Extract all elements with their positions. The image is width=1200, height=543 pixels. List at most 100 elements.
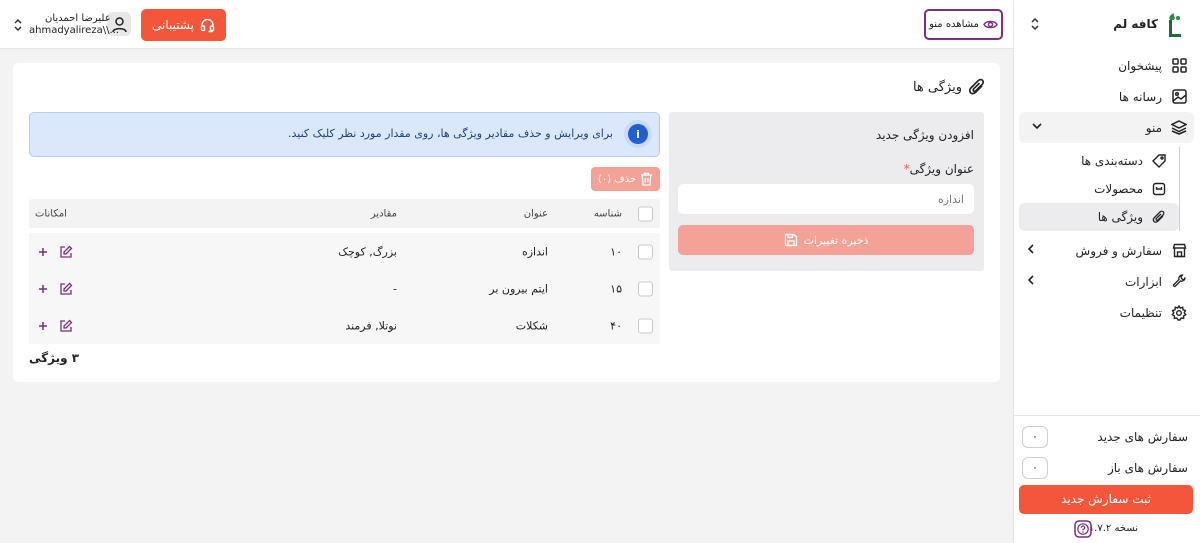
open-orders-label: سفارش های باز [1107, 461, 1188, 475]
menu-submenu: دسته‌بندی ها محصولات ویژگی ها [1013, 147, 1180, 231]
table-header: شناسه عنوان مقادیر امکانات [29, 199, 660, 228]
floppy-icon [784, 233, 798, 247]
eye-icon [983, 19, 998, 30]
sidebar-item-attributes[interactable]: ویژگی ها [1019, 203, 1179, 231]
sidebar-item-tools[interactable]: ابزارات [1013, 266, 1200, 297]
user-name: علیرضا احمدیان [45, 13, 111, 24]
chevron-updown-icon[interactable] [1030, 17, 1040, 31]
table-body: ۱۰ اندازه بزرگ, کوچک ۱۵ ایتم بیرون بر - [29, 233, 660, 344]
view-menu-button[interactable]: مشاهده منو [924, 9, 1003, 40]
plus-icon[interactable] [37, 246, 49, 258]
sidebar-footer: سفارش های جدید ۰ سفارش های باز ۰ ثبت سفا… [1013, 415, 1200, 543]
edit-icon[interactable] [59, 282, 73, 296]
sidebar-item-label: منو [1145, 120, 1162, 135]
layers-icon [1170, 119, 1188, 137]
sidebar-item-label: دسته‌بندی ها [1081, 154, 1143, 168]
save-label: ذخیره تغییرات [803, 233, 869, 247]
chevron-left-icon [1025, 274, 1037, 286]
attribute-title-label: عنوان ویژگی* [904, 162, 974, 176]
table-row: ۱۵ ایتم بیرون بر - [29, 270, 660, 307]
row-actions [37, 282, 73, 296]
sidebar-item-label: سفارش و فروش [1075, 243, 1162, 258]
help-icon[interactable] [1074, 520, 1092, 538]
edit-icon[interactable] [59, 245, 73, 259]
chevron-updown-icon[interactable] [13, 18, 23, 32]
header-values: مقادیر [370, 208, 397, 219]
save-button[interactable]: ذخیره تغییرات [678, 225, 974, 255]
wrench-icon [1170, 273, 1188, 291]
topbar: مشاهده منو پشتیبانی علیرضا احمدیان ahmad… [0, 0, 1013, 49]
delete-button[interactable]: حذف (۰) [591, 167, 660, 191]
attribute-title-input[interactable] [678, 184, 974, 214]
paperclip-icon [968, 78, 986, 96]
header-actions: امکانات [35, 208, 67, 219]
row-title: اندازه [521, 245, 548, 258]
sidebar-item-media[interactable]: رسانه ها [1013, 81, 1200, 112]
sidebar-item-label: پیشخوان [1118, 58, 1162, 73]
row-values[interactable]: بزرگ, کوچک [338, 245, 397, 258]
row-checkbox[interactable] [638, 244, 653, 259]
info-alert: i برای ویرایش و حذف مقادیر ویژگی ها، روی… [29, 112, 660, 157]
row-values[interactable]: نوتلا, فرمند [345, 319, 397, 332]
row-title: ایتم بیرون بر [489, 282, 548, 295]
paperclip-icon [1151, 209, 1167, 225]
info-text: برای ویرایش و حذف مقادیر ویژگی ها، روی م… [288, 127, 613, 140]
plus-icon[interactable] [37, 320, 49, 332]
row-actions [37, 319, 73, 333]
sidebar-item-label: ویژگی ها [1097, 210, 1143, 224]
view-menu-label: مشاهده منو [929, 19, 979, 30]
sidebar: کافه لم پیشخوان رسانه ها منو دسته‌بندی ه… [1013, 0, 1200, 543]
new-orders-count: ۰ [1022, 426, 1048, 448]
delete-label: حذف (۰) [597, 173, 637, 185]
version-row: نسخه ۱.۷.۲ [1013, 519, 1200, 539]
chevron-left-icon [1025, 243, 1037, 255]
header-title: عنوان [523, 208, 548, 219]
row-id: ۴۰ [610, 319, 622, 332]
headset-icon [200, 18, 215, 33]
open-orders-count: ۰ [1022, 457, 1048, 479]
sidebar-item-products[interactable]: محصولات [1019, 175, 1179, 203]
attributes-table: شناسه عنوان مقادیر امکانات ۱۰ اندازه بزر… [29, 199, 660, 344]
sidebar-item-label: تنظیمات [1119, 305, 1162, 320]
tag-icon [1151, 153, 1167, 169]
sidebar-item-orders[interactable]: سفارش و فروش [1013, 235, 1200, 266]
sidebar-item-label: محصولات [1094, 182, 1143, 196]
sidebar-item-settings[interactable]: تنظیمات [1013, 297, 1200, 328]
sidebar-item-dashboard[interactable]: پیشخوان [1013, 50, 1200, 81]
sidebar-item-label: رسانه ها [1118, 89, 1162, 104]
plus-icon[interactable] [37, 283, 49, 295]
row-checkbox[interactable] [638, 318, 653, 333]
brand: کافه لم [1013, 10, 1200, 40]
add-attribute-panel: افزودن ویژگی جدید عنوان ویژگی* ذخیره تغی… [669, 112, 984, 271]
row-values[interactable]: - [393, 282, 397, 295]
sidebar-item-label: ابزارات [1124, 274, 1162, 289]
table-row: ۱۰ اندازه بزرگ, کوچک [29, 233, 660, 270]
store-icon [1170, 242, 1188, 260]
sidebar-item-menu[interactable]: منو [1019, 112, 1194, 143]
row-id: ۱۵ [610, 282, 622, 295]
new-orders-label: سفارش های جدید [1097, 430, 1188, 444]
support-label: پشتیبانی [152, 18, 194, 32]
gear-icon [1170, 304, 1188, 322]
row-checkbox[interactable] [638, 281, 653, 296]
box-icon [1151, 181, 1167, 197]
chevron-down-icon [1031, 120, 1043, 132]
row-id: ۱۰ [610, 245, 622, 258]
select-all-checkbox[interactable] [638, 206, 653, 221]
user-email: ahmadyalireza\\... [29, 25, 119, 36]
row-actions [37, 245, 73, 259]
sidebar-nav: پیشخوان رسانه ها منو دسته‌بندی ها محصولا… [1013, 50, 1200, 328]
trash-icon [640, 172, 653, 186]
support-button[interactable]: پشتیبانی [141, 9, 226, 41]
version-label: نسخه ۱.۷.۲ [1088, 523, 1138, 534]
edit-icon[interactable] [59, 319, 73, 333]
row-title: شکلات [515, 319, 548, 332]
new-order-button[interactable]: ثبت سفارش جدید [1019, 485, 1193, 514]
attributes-count: ۳ ویژگی [29, 351, 80, 365]
attribute-title-label-text: عنوان ویژگی [909, 162, 974, 176]
logo-icon [1166, 12, 1184, 38]
sidebar-item-categories[interactable]: دسته‌بندی ها [1019, 147, 1179, 175]
attributes-card: ویژگی ها افزودن ویژگی جدید عنوان ویژگی* … [13, 63, 1000, 382]
table-row: ۴۰ شکلات نوتلا, فرمند [29, 307, 660, 344]
new-orders-row: سفارش های جدید ۰ [1022, 426, 1188, 448]
